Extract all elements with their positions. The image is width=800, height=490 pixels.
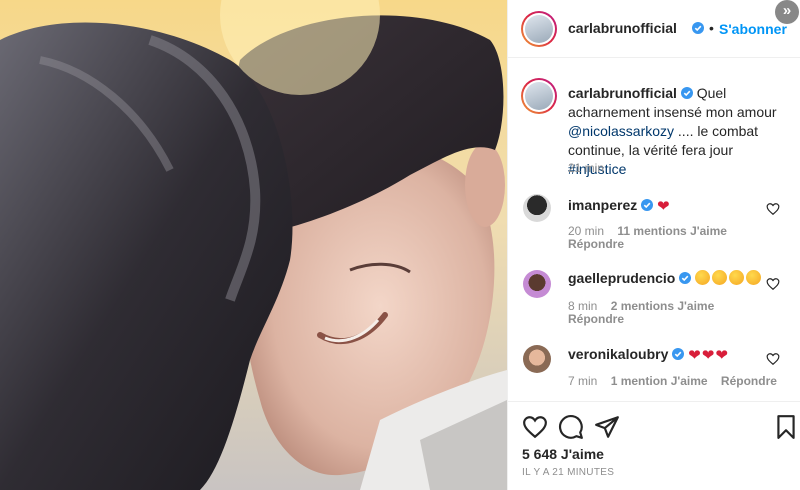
caption-author-username[interactable]: carlabrunofficial — [568, 85, 677, 101]
comment-reply-button[interactable]: Répondre — [721, 374, 777, 388]
follow-button[interactable]: S'abonner — [719, 21, 787, 37]
comment-like-count[interactable]: 2 mentions J'aime — [611, 299, 715, 313]
comment-body: gaelleprudencio — [568, 269, 763, 287]
caption-mention-link[interactable]: @nicolassarkozy — [568, 123, 674, 139]
caption-author-avatar[interactable] — [521, 78, 557, 114]
like-comment-heart-icon[interactable] — [766, 352, 780, 366]
like-comment-heart-icon[interactable] — [766, 202, 780, 216]
kiss-face-emoji-icon — [746, 270, 762, 285]
post-header: carlabrunofficial • S'abonner — [508, 0, 800, 58]
author-avatar[interactable] — [521, 11, 557, 47]
comment-like-count[interactable]: 1 mention J'aime — [611, 374, 708, 388]
heart-emoji-icon: ❤ — [688, 347, 701, 364]
verified-badge-icon — [680, 87, 693, 99]
post-action-bar: 5 648 J'aime IL Y A 21 MINUTES — [508, 401, 800, 490]
comment-reply-button[interactable]: Répondre — [568, 312, 624, 326]
post-like-count[interactable]: 5 648 J'aime — [522, 446, 604, 462]
author-username[interactable]: carlabrunofficial — [568, 20, 677, 36]
heart-emoji-icon: ❤ — [657, 198, 670, 215]
verified-badge-icon — [679, 272, 692, 284]
post-timestamp[interactable]: IL Y A 21 MINUTES — [522, 467, 614, 478]
comment-meta: 20 min 11 mentions J'aime — [568, 224, 727, 238]
kiss-face-emoji-icon — [729, 270, 745, 285]
post-side-panel: carlabrunofficial • S'abonner carlabruno… — [507, 0, 800, 490]
double-chevron-right-icon[interactable]: » — [775, 0, 799, 24]
verified-badge-icon — [672, 348, 685, 360]
comment-time[interactable]: 7 min — [568, 374, 597, 388]
comment-body: veronikaloubry ❤❤❤ — [568, 345, 729, 363]
comment-username[interactable]: veronikaloubry — [568, 346, 668, 362]
commenter-avatar[interactable] — [523, 270, 551, 298]
verified-badge-icon — [692, 22, 704, 34]
paper-plane-icon[interactable] — [594, 414, 620, 440]
kiss-face-emoji-icon — [712, 270, 728, 285]
commenter-avatar[interactable] — [523, 194, 551, 222]
kiss-face-emoji-icon — [695, 270, 711, 285]
heart-outline-icon[interactable] — [522, 414, 548, 440]
comment-reply-button[interactable]: Répondre — [568, 237, 624, 251]
comment-meta: 7 min 1 mention J'aime Répondre — [568, 374, 777, 388]
comment-meta: 8 min 2 mentions J'aime — [568, 299, 714, 313]
comment-like-count[interactable]: 11 mentions J'aime — [617, 224, 727, 238]
follow-separator: • — [709, 20, 714, 36]
comment-username[interactable]: imanperez — [568, 197, 637, 213]
couple-photo-image — [0, 0, 507, 490]
speech-bubble-icon[interactable] — [558, 414, 584, 440]
verified-badge-icon — [641, 199, 654, 211]
heart-emoji-icon: ❤ — [701, 347, 715, 364]
caption-timestamp[interactable]: 21 min — [568, 161, 604, 175]
like-comment-heart-icon[interactable] — [766, 277, 780, 291]
comment-body: imanperez ❤ — [568, 196, 671, 214]
bookmark-icon[interactable] — [773, 414, 799, 440]
post-photo — [0, 0, 507, 490]
comment-time[interactable]: 20 min — [568, 224, 604, 238]
commenter-avatar[interactable] — [523, 345, 551, 373]
heart-emoji-icon: ❤ — [715, 347, 728, 364]
comment-time[interactable]: 8 min — [568, 299, 597, 313]
comment-username[interactable]: gaelleprudencio — [568, 270, 675, 286]
